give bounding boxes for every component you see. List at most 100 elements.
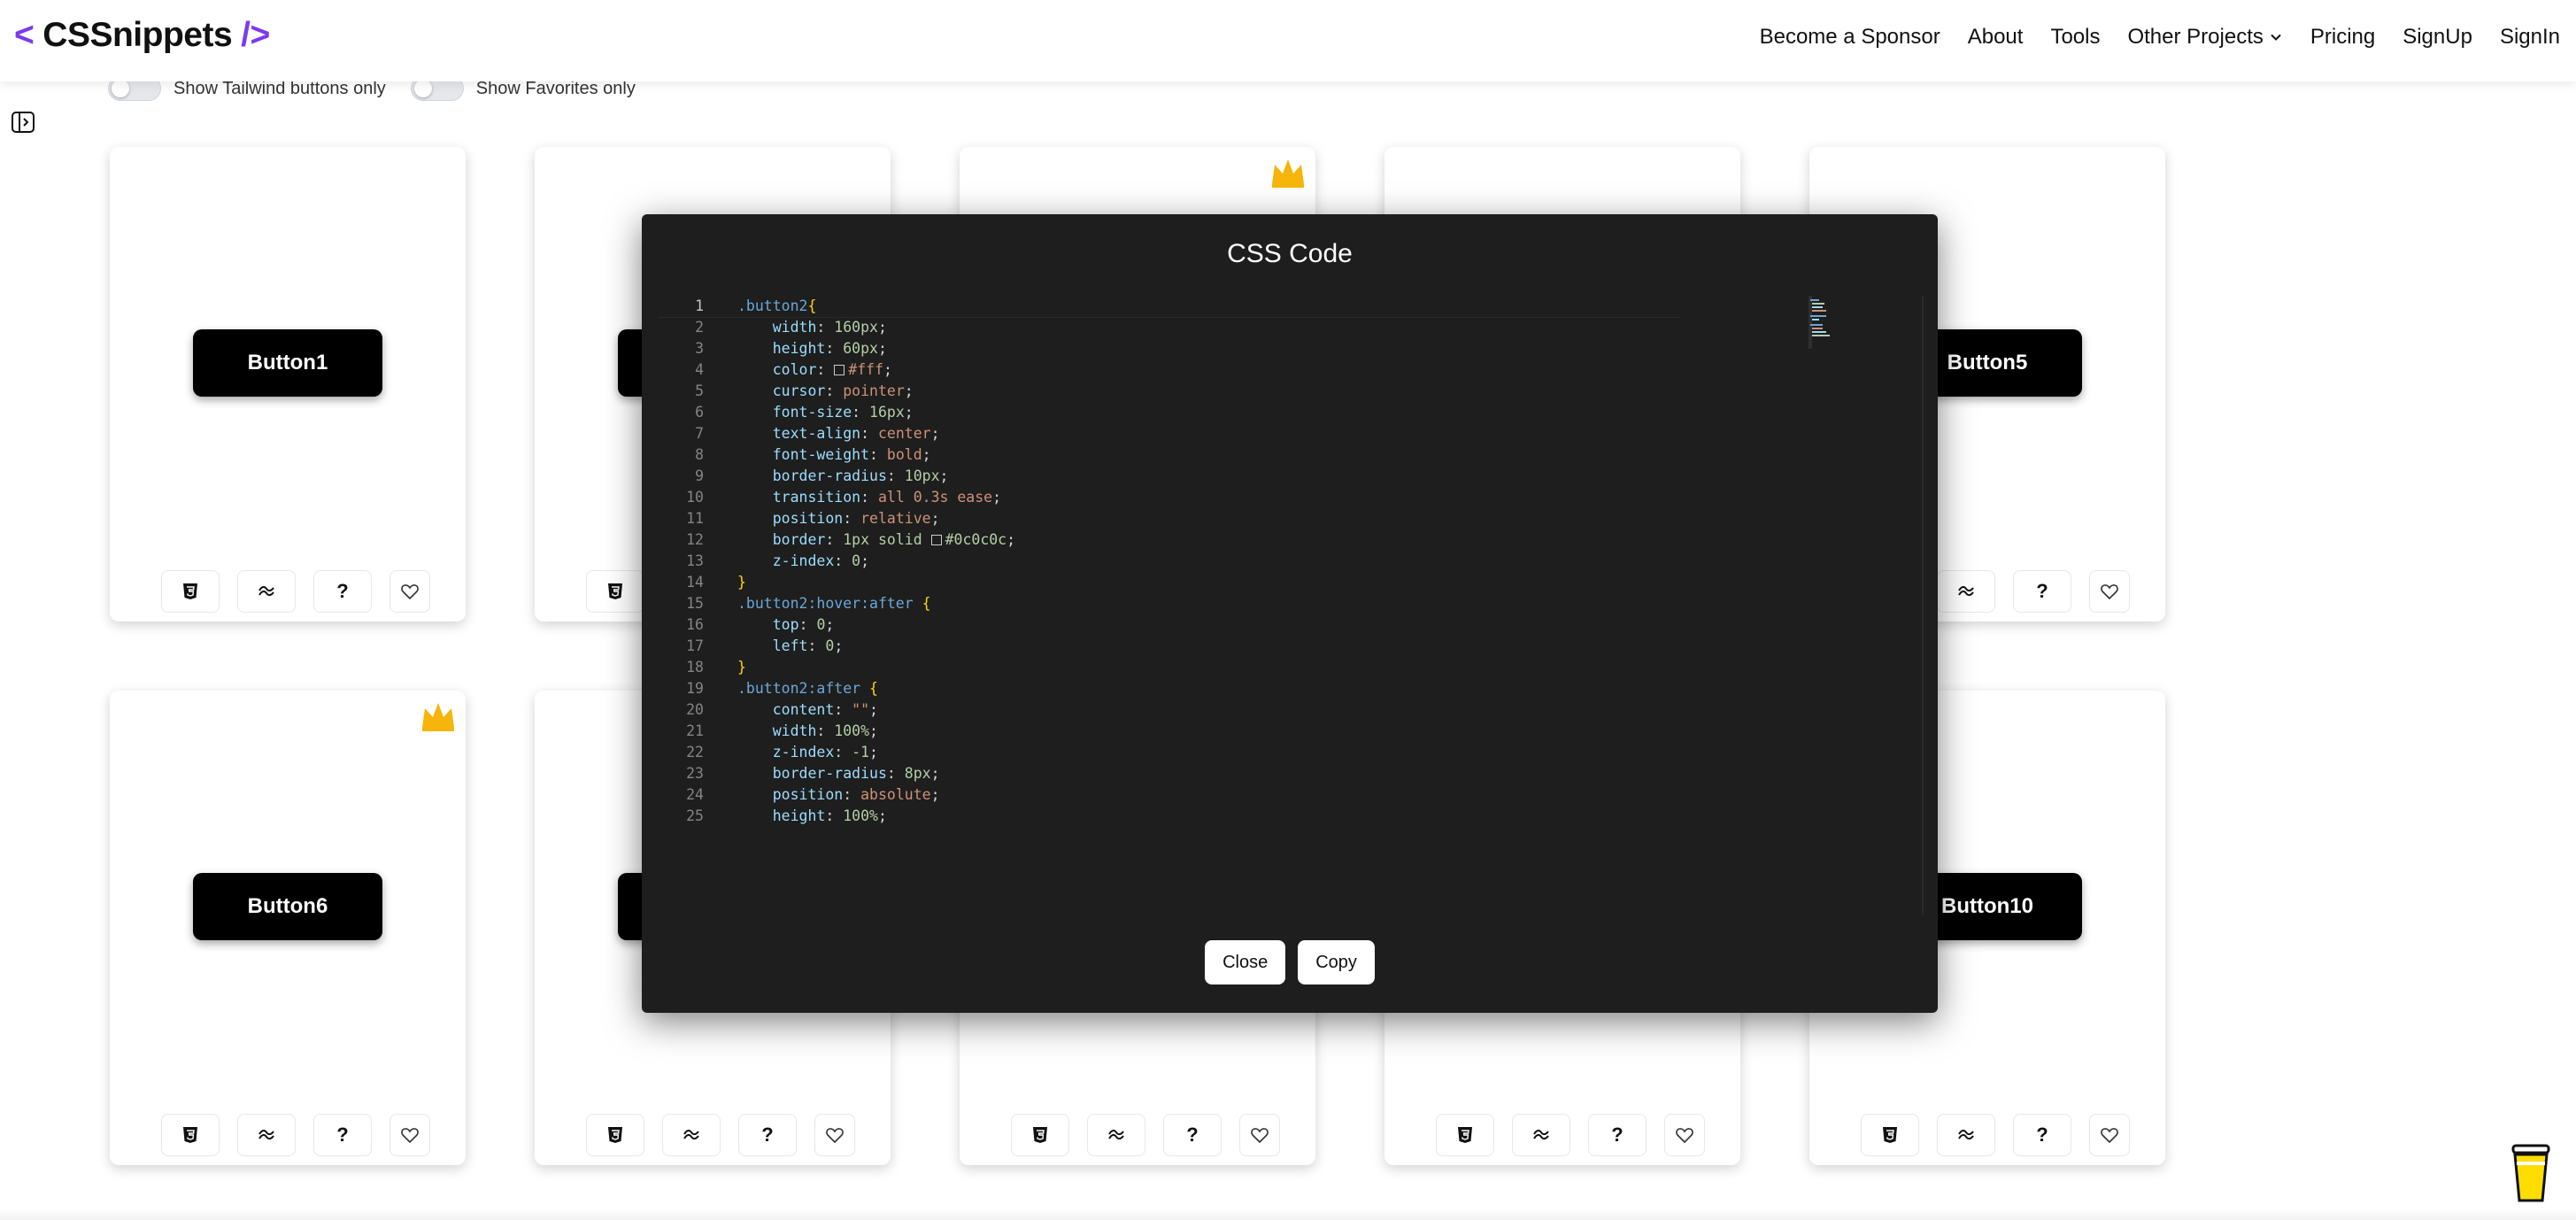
line-number: 18 bbox=[686, 659, 704, 676]
line-number: 6 bbox=[695, 404, 704, 421]
nav-signin[interactable]: SignIn bbox=[2500, 25, 2560, 50]
view-css-button[interactable] bbox=[586, 1114, 644, 1156]
nav-about[interactable]: About bbox=[1968, 25, 2024, 50]
view-tailwind-button[interactable] bbox=[1087, 1114, 1145, 1156]
view-tailwind-button[interactable] bbox=[237, 570, 296, 613]
code-line: 6 font-size: 16px; bbox=[658, 402, 1681, 423]
line-number: 16 bbox=[686, 616, 704, 633]
line-number: 5 bbox=[695, 382, 704, 399]
html5-icon bbox=[183, 1127, 197, 1143]
favorite-button[interactable] bbox=[389, 1114, 430, 1156]
view-css-button[interactable] bbox=[1436, 1114, 1494, 1156]
code-line: 13 z-index: 0; bbox=[658, 551, 1681, 572]
line-number: 23 bbox=[686, 765, 704, 782]
code-line: 7 text-align: center; bbox=[658, 423, 1681, 444]
favorite-button[interactable] bbox=[2089, 1114, 2130, 1156]
code-text: position: relative; bbox=[772, 510, 940, 527]
code-text: top: 0; bbox=[772, 616, 835, 633]
line-number: 14 bbox=[686, 574, 704, 591]
view-css-button[interactable] bbox=[161, 1114, 220, 1156]
code-text: .button2{ bbox=[737, 297, 817, 314]
line-number: 22 bbox=[686, 744, 704, 761]
view-tailwind-button[interactable] bbox=[662, 1114, 721, 1156]
nav-other-projects[interactable]: Other Projects bbox=[2127, 25, 2282, 50]
button-preview[interactable]: Button6 bbox=[193, 873, 382, 940]
favorite-button[interactable] bbox=[1239, 1114, 1280, 1156]
code-text: z-index: -1; bbox=[772, 744, 878, 761]
nav-label: Other Projects bbox=[2127, 25, 2264, 49]
card-actions: ? bbox=[586, 1114, 855, 1156]
nav-pricing[interactable]: Pricing bbox=[2310, 25, 2375, 50]
favorite-button[interactable] bbox=[814, 1114, 855, 1156]
code-line: 24 position: absolute; bbox=[658, 784, 1681, 806]
code-line: 8 font-weight: bold; bbox=[658, 444, 1681, 466]
sidebar-toggle-icon[interactable] bbox=[11, 110, 35, 135]
copy-button[interactable]: Copy bbox=[1298, 940, 1375, 984]
card-actions: ? bbox=[161, 1114, 430, 1156]
code-text: .button2:after { bbox=[737, 680, 878, 697]
code-text: transition: all 0.3s ease; bbox=[772, 489, 1002, 506]
favorite-button[interactable] bbox=[389, 570, 430, 613]
nav-tools[interactable]: Tools bbox=[2050, 25, 2100, 50]
line-number: 8 bbox=[695, 446, 704, 463]
code-line: 12 border: 1px solid #0c0c0c; bbox=[658, 529, 1681, 551]
line-number: 4 bbox=[695, 361, 704, 378]
code-line: 20 content: ""; bbox=[658, 699, 1681, 721]
view-tailwind-button[interactable] bbox=[237, 1114, 296, 1156]
code-text: .button2:hover:after { bbox=[737, 595, 931, 612]
help-button[interactable]: ? bbox=[2013, 1114, 2071, 1156]
help-button[interactable]: ? bbox=[313, 570, 372, 613]
nav-signup[interactable]: SignUp bbox=[2402, 25, 2472, 50]
help-button[interactable]: ? bbox=[1163, 1114, 1222, 1156]
view-tailwind-button[interactable] bbox=[1937, 1114, 1995, 1156]
favorite-button[interactable] bbox=[2089, 570, 2130, 613]
chevron-down-icon bbox=[2271, 34, 2281, 41]
code-text: position: absolute; bbox=[772, 786, 940, 803]
code-text: width: 100%; bbox=[772, 722, 878, 739]
help-button[interactable]: ? bbox=[1588, 1114, 1647, 1156]
code-line: 17 left: 0; bbox=[658, 636, 1681, 657]
modal-title: CSS Code bbox=[1227, 239, 1353, 268]
code-line: 14} bbox=[658, 572, 1681, 593]
code-line: 15 .button2:hover:after { bbox=[658, 593, 1681, 614]
coffee-cup-icon[interactable] bbox=[2510, 1144, 2551, 1204]
site-logo[interactable]: < CSSnippets/> bbox=[14, 16, 270, 55]
view-css-button[interactable] bbox=[1011, 1114, 1069, 1156]
code-text: border: 1px solid #0c0c0c; bbox=[772, 531, 1016, 548]
close-button[interactable]: Close bbox=[1205, 940, 1286, 984]
favorite-button[interactable] bbox=[1664, 1114, 1705, 1156]
code-text: content: ""; bbox=[772, 701, 878, 718]
line-number: 17 bbox=[686, 637, 704, 654]
view-tailwind-button[interactable] bbox=[1937, 570, 1995, 613]
editor-minimap[interactable] bbox=[1809, 296, 1839, 349]
code-editor[interactable]: 1 .button2{2 width: 160px; 3 height: 60px;… bbox=[658, 296, 1681, 829]
line-number: 19 bbox=[686, 680, 704, 697]
code-line: 1 .button2{ bbox=[658, 296, 1681, 318]
code-text: cursor: pointer; bbox=[772, 382, 914, 399]
tailwind-icon bbox=[1108, 1129, 1124, 1140]
view-css-button[interactable] bbox=[586, 570, 644, 613]
editor-scrollbar[interactable] bbox=[1922, 296, 1924, 915]
help-button[interactable]: ? bbox=[313, 1114, 372, 1156]
line-number: 11 bbox=[686, 510, 704, 527]
line-number: 13 bbox=[686, 552, 704, 569]
code-line: 26 top: 5px; bbox=[658, 827, 1681, 829]
view-css-button[interactable] bbox=[161, 570, 220, 613]
button-preview[interactable]: Button1 bbox=[193, 329, 382, 397]
code-line: 22 z-index: -1; bbox=[658, 742, 1681, 763]
heart-icon bbox=[2101, 1128, 2118, 1144]
card-actions: ? bbox=[1861, 1114, 2130, 1156]
nav-become-sponsor[interactable]: Become a Sponsor bbox=[1760, 25, 1940, 50]
code-line: 9 border-radius: 10px; bbox=[658, 466, 1681, 487]
help-button[interactable]: ? bbox=[2013, 570, 2071, 613]
view-tailwind-button[interactable] bbox=[1512, 1114, 1570, 1156]
html5-icon bbox=[608, 583, 622, 599]
code-text: width: 160px; bbox=[772, 319, 887, 336]
help-button[interactable]: ? bbox=[738, 1114, 797, 1156]
html5-icon bbox=[1033, 1127, 1047, 1143]
code-line: 5 cursor: pointer; bbox=[658, 381, 1681, 402]
logo-text: CSSnippets bbox=[42, 16, 233, 54]
view-css-button[interactable] bbox=[1861, 1114, 1919, 1156]
code-line: 4 color: #fff; bbox=[658, 359, 1681, 381]
nav-label: Tools bbox=[2050, 25, 2101, 49]
